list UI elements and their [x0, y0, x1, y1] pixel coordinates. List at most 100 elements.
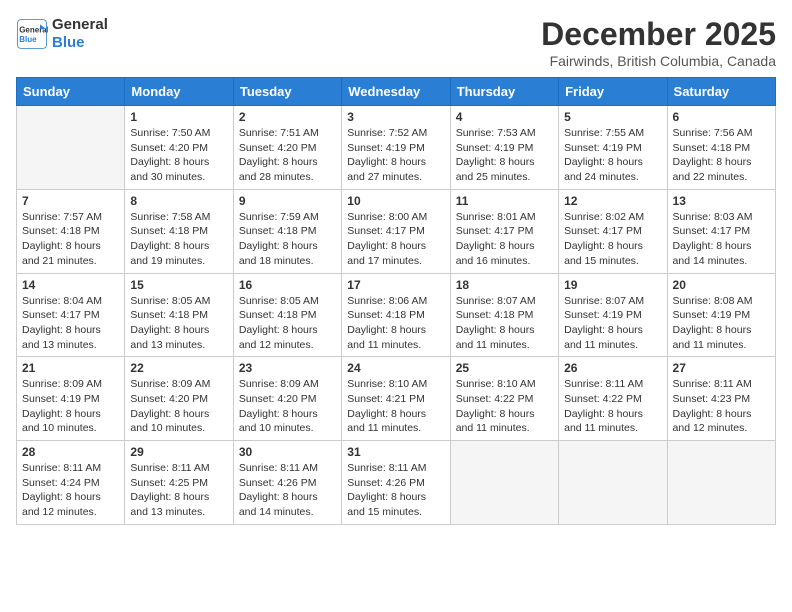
calendar-day-cell — [450, 441, 558, 525]
day-info: Sunrise: 8:09 AMSunset: 4:20 PMDaylight:… — [130, 377, 227, 436]
calendar-day-cell: 25 Sunrise: 8:10 AMSunset: 4:22 PMDayligh… — [450, 357, 558, 441]
svg-text:General: General — [19, 25, 48, 34]
logo-text-line2: Blue — [52, 34, 108, 52]
day-info: Sunrise: 7:50 AMSunset: 4:20 PMDaylight:… — [130, 126, 227, 185]
calendar-day-cell: 7 Sunrise: 7:57 AMSunset: 4:18 PMDaylight… — [17, 189, 125, 273]
day-info: Sunrise: 7:52 AMSunset: 4:19 PMDaylight:… — [347, 126, 444, 185]
weekday-label: Wednesday — [342, 78, 450, 106]
day-info: Sunrise: 8:09 AMSunset: 4:20 PMDaylight:… — [239, 377, 336, 436]
calendar-day-cell: 11 Sunrise: 8:01 AMSunset: 4:17 PMDayligh… — [450, 189, 558, 273]
day-number: 30 — [239, 445, 336, 459]
day-info: Sunrise: 8:00 AMSunset: 4:17 PMDaylight:… — [347, 210, 444, 269]
calendar-day-cell: 22 Sunrise: 8:09 AMSunset: 4:20 PMDayligh… — [125, 357, 233, 441]
day-number: 9 — [239, 194, 336, 208]
calendar-day-cell: 20 Sunrise: 8:08 AMSunset: 4:19 PMDayligh… — [667, 273, 775, 357]
day-info: Sunrise: 8:02 AMSunset: 4:17 PMDaylight:… — [564, 210, 661, 269]
day-number: 5 — [564, 110, 661, 124]
calendar-day-cell: 3 Sunrise: 7:52 AMSunset: 4:19 PMDaylight… — [342, 106, 450, 190]
day-info: Sunrise: 8:06 AMSunset: 4:18 PMDaylight:… — [347, 294, 444, 353]
calendar-day-cell — [559, 441, 667, 525]
day-info: Sunrise: 8:09 AMSunset: 4:19 PMDaylight:… — [22, 377, 119, 436]
day-number: 14 — [22, 278, 119, 292]
day-number: 31 — [347, 445, 444, 459]
day-number: 17 — [347, 278, 444, 292]
calendar-day-cell: 18Sunrise: 8:07 AMSunset: 4:18 PMDayligh… — [450, 273, 558, 357]
day-number: 7 — [22, 194, 119, 208]
day-number: 3 — [347, 110, 444, 124]
day-info: Sunrise: 7:53 AMSunset: 4:19 PMDaylight:… — [456, 126, 553, 185]
logo: General Blue General Blue — [16, 16, 108, 52]
calendar-day-cell — [667, 441, 775, 525]
day-info: Sunrise: 8:11 AMSunset: 4:26 PMDaylight:… — [239, 461, 336, 520]
calendar-body: 1 Sunrise: 7:50 AMSunset: 4:20 PMDaylight… — [17, 106, 776, 525]
calendar-day-cell: 13 Sunrise: 8:03 AMSunset: 4:17 PMDayligh… — [667, 189, 775, 273]
calendar-day-cell: 14 Sunrise: 8:04 AMSunset: 4:17 PMDayligh… — [17, 273, 125, 357]
calendar-day-cell: 10Sunrise: 8:00 AMSunset: 4:17 PMDayligh… — [342, 189, 450, 273]
calendar-day-cell: 28Sunrise: 8:11 AMSunset: 4:24 PMDayligh… — [17, 441, 125, 525]
calendar-week-row: 28Sunrise: 8:11 AMSunset: 4:24 PMDayligh… — [17, 441, 776, 525]
title-block: December 2025 Fairwinds, British Columbi… — [541, 16, 776, 69]
day-number: 21 — [22, 361, 119, 375]
month-title: December 2025 — [541, 16, 776, 53]
day-info: Sunrise: 7:58 AMSunset: 4:18 PMDaylight:… — [130, 210, 227, 269]
weekday-label: Saturday — [667, 78, 775, 106]
day-number: 16 — [239, 278, 336, 292]
day-number: 26 — [564, 361, 661, 375]
calendar-week-row: 1 Sunrise: 7:50 AMSunset: 4:20 PMDaylight… — [17, 106, 776, 190]
day-info: Sunrise: 8:11 AMSunset: 4:26 PMDaylight:… — [347, 461, 444, 520]
day-number: 15 — [130, 278, 227, 292]
day-info: Sunrise: 8:11 AMSunset: 4:23 PMDaylight:… — [673, 377, 770, 436]
calendar-day-cell: 8 Sunrise: 7:58 AMSunset: 4:18 PMDaylight… — [125, 189, 233, 273]
day-info: Sunrise: 8:08 AMSunset: 4:19 PMDaylight:… — [673, 294, 770, 353]
day-number: 4 — [456, 110, 553, 124]
calendar-week-row: 14 Sunrise: 8:04 AMSunset: 4:17 PMDayligh… — [17, 273, 776, 357]
day-info: Sunrise: 7:57 AMSunset: 4:18 PMDaylight:… — [22, 210, 119, 269]
day-number: 25 — [456, 361, 553, 375]
day-info: Sunrise: 8:03 AMSunset: 4:17 PMDaylight:… — [673, 210, 770, 269]
day-info: Sunrise: 8:07 AMSunset: 4:18 PMDaylight:… — [456, 294, 553, 353]
weekday-label: Thursday — [450, 78, 558, 106]
location: Fairwinds, British Columbia, Canada — [541, 53, 776, 69]
day-info: Sunrise: 8:07 AMSunset: 4:19 PMDaylight:… — [564, 294, 661, 353]
page-header: General Blue General Blue December 2025 … — [16, 16, 776, 69]
day-info: Sunrise: 8:04 AMSunset: 4:17 PMDaylight:… — [22, 294, 119, 353]
svg-text:Blue: Blue — [19, 35, 37, 44]
day-number: 6 — [673, 110, 770, 124]
day-info: Sunrise: 8:10 AMSunset: 4:22 PMDaylight:… — [456, 377, 553, 436]
calendar-day-cell: 1 Sunrise: 7:50 AMSunset: 4:20 PMDaylight… — [125, 106, 233, 190]
day-number: 23 — [239, 361, 336, 375]
day-info: Sunrise: 8:11 AMSunset: 4:25 PMDaylight:… — [130, 461, 227, 520]
day-info: Sunrise: 8:11 AMSunset: 4:24 PMDaylight:… — [22, 461, 119, 520]
calendar-day-cell: 29 Sunrise: 8:11 AMSunset: 4:25 PMDayligh… — [125, 441, 233, 525]
day-number: 11 — [456, 194, 553, 208]
day-info: Sunrise: 8:01 AMSunset: 4:17 PMDaylight:… — [456, 210, 553, 269]
calendar-week-row: 21 Sunrise: 8:09 AMSunset: 4:19 PMDayligh… — [17, 357, 776, 441]
calendar-day-cell: 24Sunrise: 8:10 AMSunset: 4:21 PMDayligh… — [342, 357, 450, 441]
day-number: 13 — [673, 194, 770, 208]
weekday-label: Monday — [125, 78, 233, 106]
weekday-label: Tuesday — [233, 78, 341, 106]
calendar-week-row: 7 Sunrise: 7:57 AMSunset: 4:18 PMDaylight… — [17, 189, 776, 273]
calendar-day-cell: 9 Sunrise: 7:59 AMSunset: 4:18 PMDaylight… — [233, 189, 341, 273]
day-number: 1 — [130, 110, 227, 124]
day-number: 12 — [564, 194, 661, 208]
day-number: 8 — [130, 194, 227, 208]
weekday-header-row: SundayMondayTuesdayWednesdayThursdayFrid… — [17, 78, 776, 106]
calendar-day-cell: 26Sunrise: 8:11 AMSunset: 4:22 PMDayligh… — [559, 357, 667, 441]
day-info: Sunrise: 8:05 AMSunset: 4:18 PMDaylight:… — [239, 294, 336, 353]
day-number: 19 — [564, 278, 661, 292]
day-number: 29 — [130, 445, 227, 459]
day-number: 20 — [673, 278, 770, 292]
day-info: Sunrise: 7:56 AMSunset: 4:18 PMDaylight:… — [673, 126, 770, 185]
day-info: Sunrise: 7:59 AMSunset: 4:18 PMDaylight:… — [239, 210, 336, 269]
calendar-day-cell: 15 Sunrise: 8:05 AMSunset: 4:18 PMDayligh… — [125, 273, 233, 357]
logo-icon: General Blue — [16, 18, 48, 50]
calendar-day-cell: 27Sunrise: 8:11 AMSunset: 4:23 PMDayligh… — [667, 357, 775, 441]
day-info: Sunrise: 8:05 AMSunset: 4:18 PMDaylight:… — [130, 294, 227, 353]
calendar-table: SundayMondayTuesdayWednesdayThursdayFrid… — [16, 77, 776, 525]
day-number: 2 — [239, 110, 336, 124]
calendar-day-cell: 4 Sunrise: 7:53 AMSunset: 4:19 PMDaylight… — [450, 106, 558, 190]
day-number: 22 — [130, 361, 227, 375]
calendar-day-cell — [17, 106, 125, 190]
weekday-label: Friday — [559, 78, 667, 106]
